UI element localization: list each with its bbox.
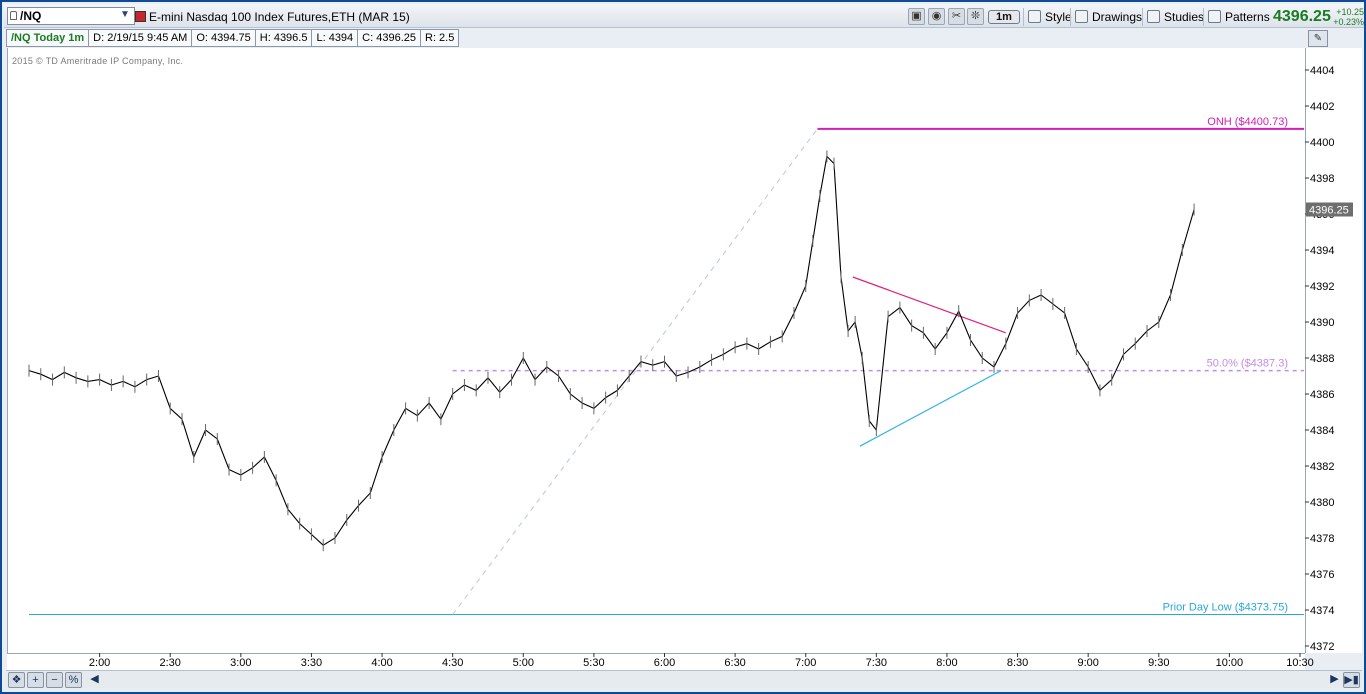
- y-tick-label: 4390: [1310, 317, 1334, 329]
- y-tick-label: 4402: [1310, 101, 1334, 113]
- onh-level-label: ONH ($4400.73): [1207, 116, 1288, 128]
- x-tick-label: 5:00: [513, 657, 534, 669]
- y-tick-label: 4404: [1310, 65, 1334, 77]
- x-tick-label: 3:00: [230, 657, 251, 669]
- x-tick-label: 2:00: [89, 657, 110, 669]
- y-tick-label: 4374: [1310, 605, 1334, 617]
- price-chart: 4372 4374 4376 4378 4380 4382 4384 4386 4388 4390…: [28, 65, 1353, 669]
- x-tick-label: 10:30: [1286, 657, 1314, 669]
- fib-trend-line: [452, 128, 818, 615]
- percent-scale-icon[interactable]: %: [65, 672, 82, 688]
- scroll-right-icon[interactable]: ▶: [1326, 672, 1343, 688]
- prior-day-low-label: Prior Day Low ($4373.75): [1163, 602, 1288, 614]
- y-tick-label: 4386: [1310, 389, 1334, 401]
- scroll-end-icon[interactable]: ▶▮: [1343, 672, 1360, 688]
- x-tick-label: 4:00: [371, 657, 392, 669]
- y-tick-label: 4376: [1310, 569, 1334, 581]
- zoom-out-icon[interactable]: −: [46, 672, 63, 688]
- y-tick-label: 4392: [1310, 281, 1334, 293]
- chart-scrollbar[interactable]: ❖ + − % ◀ ▶ ▶▮: [6, 670, 1362, 688]
- zoom-in-icon[interactable]: +: [27, 672, 44, 688]
- y-tick-label: 4372: [1310, 641, 1334, 653]
- x-tick-label: 5:30: [583, 657, 604, 669]
- x-tick-label: 8:30: [1007, 657, 1028, 669]
- current-price-label: 4396.25: [1309, 205, 1349, 217]
- chart-window: /NQ ▼ E-mini Nasdaq 100 Index Futures,ET…: [0, 0, 1366, 694]
- x-tick-label: 7:00: [795, 657, 816, 669]
- x-tick-label: 10:00: [1216, 657, 1244, 669]
- x-tick-label: 2:30: [160, 657, 181, 669]
- scroll-left-icon[interactable]: ◀: [86, 672, 103, 688]
- y-tick-label: 4378: [1310, 533, 1334, 545]
- x-tick-label: 7:30: [866, 657, 887, 669]
- x-tick-label: 6:00: [654, 657, 675, 669]
- x-tick-label: 6:30: [724, 657, 745, 669]
- y-tick-label: 4398: [1310, 173, 1334, 185]
- x-tick-label: 4:30: [442, 657, 463, 669]
- price-series-line: [28, 155, 1195, 546]
- y-tick-label: 4384: [1310, 425, 1334, 437]
- y-tick-label: 4394: [1310, 245, 1334, 257]
- y-tick-label: 4400: [1310, 137, 1334, 149]
- pan-icon[interactable]: ❖: [8, 672, 25, 688]
- triangle-upper-line: [852, 276, 1006, 334]
- x-tick-label: 8:00: [936, 657, 957, 669]
- y-tick-label: 4380: [1310, 497, 1334, 509]
- y-tick-label: 4382: [1310, 461, 1334, 473]
- fib-level-label: 50.0% ($4387.3): [1207, 358, 1288, 370]
- x-tick-label: 3:30: [301, 657, 322, 669]
- y-tick-label: 4388: [1310, 353, 1334, 365]
- x-tick-label: 9:30: [1148, 657, 1169, 669]
- x-tick-label: 9:00: [1077, 657, 1098, 669]
